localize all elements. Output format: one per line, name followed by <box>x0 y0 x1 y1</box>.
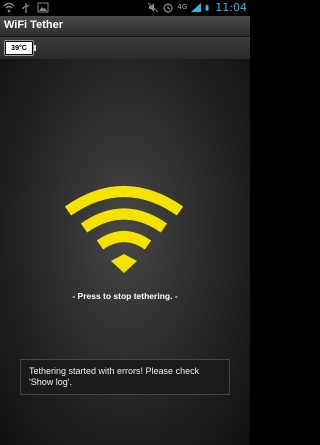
battery-icon <box>205 4 209 11</box>
wifi-icon <box>3 2 15 13</box>
wifi-arc-inner <box>96 231 152 250</box>
error-toast: Tethering started with errors! Please ch… <box>20 359 230 395</box>
network-type: 4G <box>177 3 188 11</box>
wifi-arc-outer <box>64 186 184 216</box>
status-bar: 4G 11:04 <box>0 0 250 16</box>
main-panel: - Press to stop tethering. - Tethering s… <box>0 59 250 445</box>
alarm-icon <box>163 3 174 13</box>
mute-icon <box>148 2 159 13</box>
toast-message: Tethering started with errors! Please ch… <box>29 366 200 387</box>
info-bar: 39°C <box>0 37 250 59</box>
wifi-arc-middle <box>80 208 168 233</box>
system-icons: 4G 11:04 <box>147 1 247 14</box>
wifi-dot <box>111 254 137 273</box>
temperature-value: 39°C <box>11 44 27 52</box>
notification-icons <box>3 2 49 13</box>
usb-icon <box>22 3 30 13</box>
battery-temperature-badge: 39°C <box>5 41 36 55</box>
clock: 11:04 <box>215 1 247 14</box>
wifi-toggle-button[interactable] <box>60 182 188 274</box>
signal-icon <box>191 3 202 12</box>
image-icon <box>37 2 49 13</box>
app-title: WiFi Tether <box>4 19 63 31</box>
tether-hint: - Press to stop tethering. - <box>72 291 178 301</box>
action-bar: WiFi Tether <box>0 16 250 37</box>
